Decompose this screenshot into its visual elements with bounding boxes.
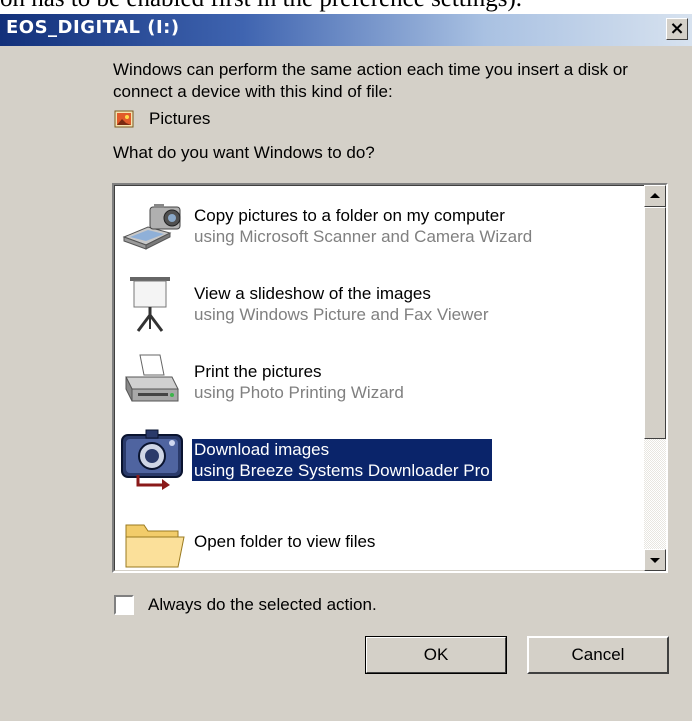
action-subtitle: using Photo Printing Wizard [194,383,404,402]
action-subtitle: using Microsoft Scanner and Camera Wizar… [194,227,533,246]
list-item-copy-pictures[interactable]: Copy pictures to a folder on my computer… [120,193,640,257]
arrow-down-icon [650,558,660,563]
pictures-icon [114,110,134,128]
background-document-text: on has to be enabled first in the prefer… [0,0,692,14]
question-text: What do you want Windows to do? [113,143,375,162]
action-text: View a slideshow of the images using Win… [194,283,489,325]
list-item-print[interactable]: Print the pictures using Photo Printing … [120,349,640,413]
action-text: Copy pictures to a folder on my computer… [194,205,532,247]
content-type-row: Pictures [114,107,210,131]
action-text: Print the pictures using Photo Printing … [194,361,404,403]
action-title: Copy pictures to a folder on my computer [194,206,505,225]
scroll-down-button[interactable] [644,549,666,571]
list-item-download-images[interactable]: Download images using Breeze Systems Dow… [120,427,640,491]
action-subtitle: using Breeze Systems Downloader Pro [194,461,490,480]
list-item-open-folder[interactable]: Open folder to view files [120,505,640,569]
close-button[interactable]: × [666,18,688,40]
dialog-content: Windows can perform the same action each… [0,46,692,721]
autoplay-dialog: EOS_DIGITAL (I:) × Windows can perform t… [0,14,692,721]
scanner-camera-icon [122,204,181,250]
arrow-up-icon [650,193,660,198]
download-camera-icon [121,429,183,490]
scroll-up-button[interactable] [644,185,666,207]
folder-icon [125,524,185,568]
action-text: Download images using Breeze Systems Dow… [192,439,492,481]
vertical-scrollbar[interactable] [644,185,666,571]
action-title: View a slideshow of the images [194,284,431,303]
cancel-button[interactable]: Cancel [527,636,669,674]
action-text: Open folder to view files [194,531,375,552]
always-do-label: Always do the selected action. [148,595,377,614]
content-type-label: Pictures [149,109,211,128]
action-subtitle: using Windows Picture and Fax Viewer [194,305,489,324]
projector-screen-icon [130,277,170,332]
printer-icon [125,354,179,402]
close-icon: × [669,18,685,39]
always-do-checkbox[interactable] [114,595,134,615]
title-bar[interactable]: EOS_DIGITAL (I:) × [0,14,692,46]
always-do-row: Always do the selected action. [114,595,377,615]
list-item-slideshow[interactable]: View a slideshow of the images using Win… [120,271,640,335]
action-title: Open folder to view files [194,532,376,551]
action-listbox[interactable]: Copy pictures to a folder on my computer… [112,183,668,573]
window-title: EOS_DIGITAL (I:) [6,17,180,38]
description-text: Windows can perform the same action each… [113,60,628,101]
action-title: Download images [194,440,330,459]
action-title: Print the pictures [194,362,322,381]
ok-button[interactable]: OK [365,636,507,674]
scroll-thumb[interactable] [644,207,666,439]
